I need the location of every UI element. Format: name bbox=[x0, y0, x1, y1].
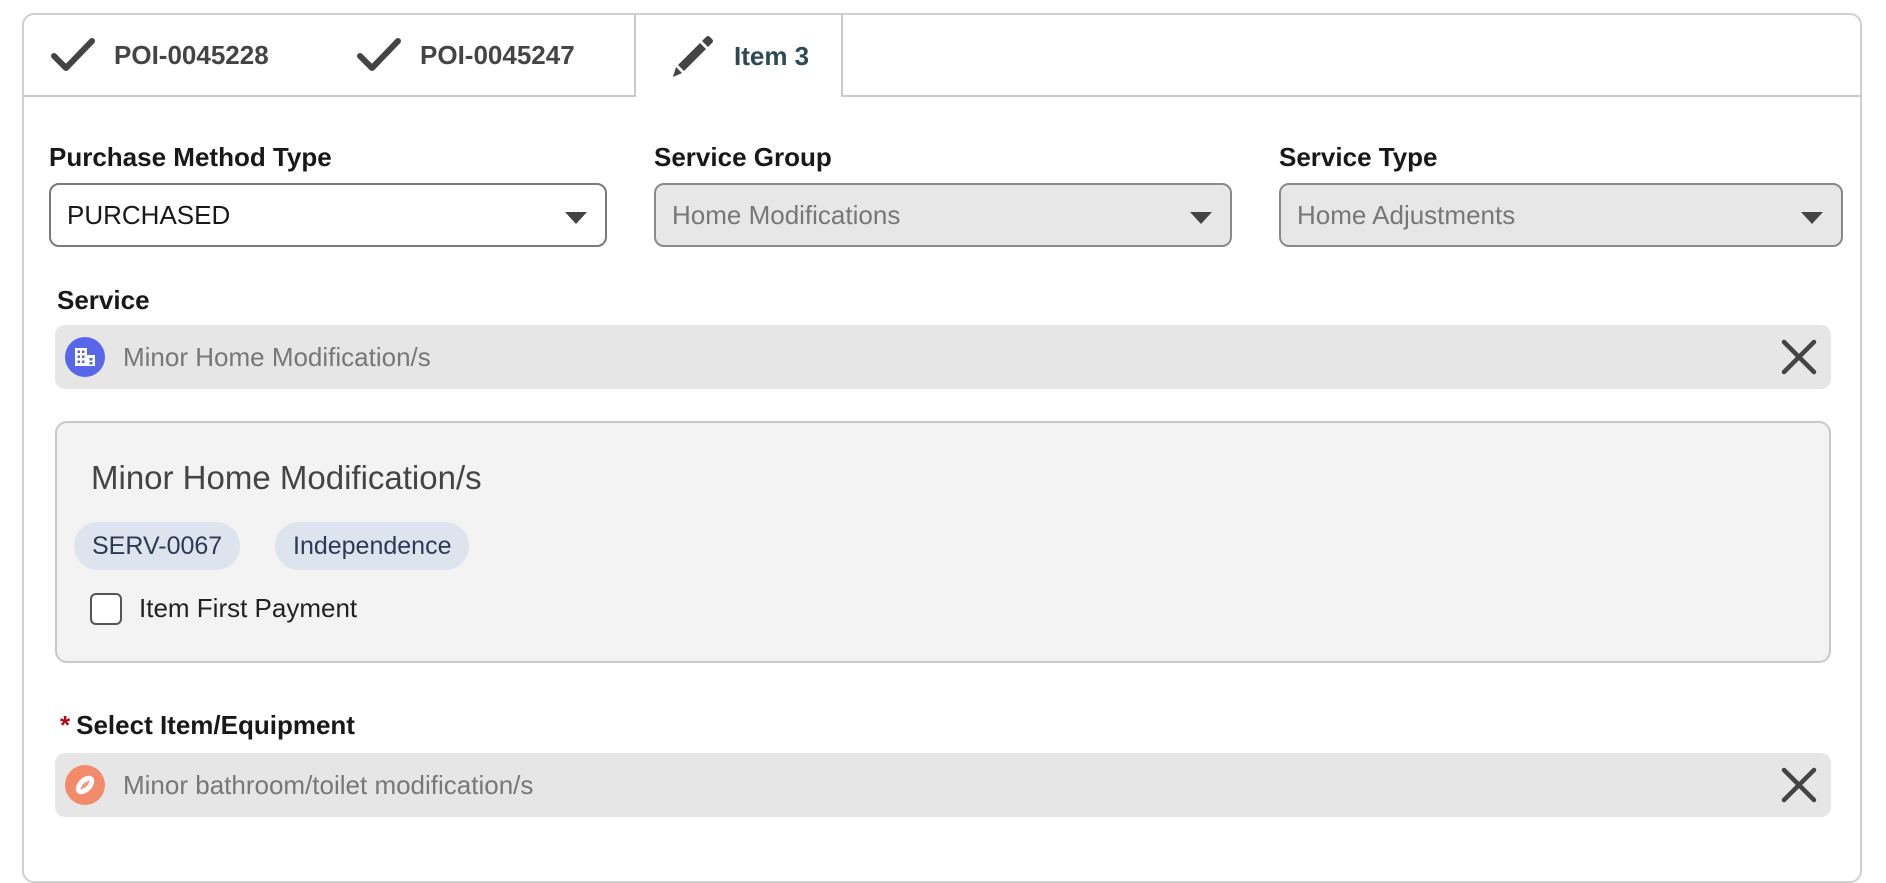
service-detail-panel: Minor Home Modification/s SERV-0067 Inde… bbox=[55, 421, 1831, 663]
pencil-icon bbox=[670, 33, 716, 79]
building-icon bbox=[65, 337, 105, 377]
tab-label: Item 3 bbox=[734, 40, 810, 71]
close-icon[interactable] bbox=[1781, 767, 1817, 803]
football-icon bbox=[65, 765, 105, 805]
service-code-badge: SERV-0067 bbox=[74, 522, 241, 570]
service-detail-title: Minor Home Modification/s bbox=[91, 459, 482, 496]
required-marker: * bbox=[60, 710, 71, 740]
chevron-down-icon bbox=[1801, 212, 1823, 224]
select-item-equipment-label-text: Select Item/Equipment bbox=[76, 710, 355, 740]
service-group-value: Home Modifications bbox=[672, 199, 901, 230]
service-type-value: Home Adjustments bbox=[1297, 199, 1516, 230]
close-icon[interactable] bbox=[1781, 339, 1817, 375]
service-category-badge: Independence bbox=[275, 522, 470, 570]
checkmark-icon bbox=[356, 32, 402, 78]
tab-label: POI-0045247 bbox=[420, 39, 575, 70]
tab-poi-0045228[interactable]: POI-0045228 bbox=[50, 15, 269, 95]
service-type-select: Home Adjustments bbox=[1279, 183, 1843, 247]
service-type-label: Service Type bbox=[1279, 142, 1438, 172]
service-value: Minor Home Modification/s bbox=[123, 341, 431, 372]
purchase-method-type-label: Purchase Method Type bbox=[49, 142, 332, 172]
service-group-select: Home Modifications bbox=[654, 183, 1232, 247]
tab-poi-0045247[interactable]: POI-0045247 bbox=[356, 15, 575, 95]
tab-label: POI-0045228 bbox=[114, 39, 269, 70]
checkmark-icon bbox=[50, 32, 96, 78]
item-equipment-value: Minor bathroom/toilet modification/s bbox=[123, 769, 534, 800]
chevron-down-icon bbox=[565, 212, 587, 224]
chevron-down-icon bbox=[1190, 212, 1212, 224]
item-equipment-lookup[interactable]: Minor bathroom/toilet modification/s bbox=[55, 753, 1831, 817]
service-group-label: Service Group bbox=[654, 142, 832, 172]
select-item-equipment-label: * Select Item/Equipment bbox=[60, 710, 355, 741]
purchase-method-type-value: PURCHASED bbox=[67, 199, 231, 230]
item-first-payment-label: Item First Payment bbox=[139, 593, 358, 623]
tab-item-3[interactable]: Item 3 bbox=[634, 15, 844, 97]
service-label: Service bbox=[57, 285, 150, 315]
service-lookup[interactable]: Minor Home Modification/s bbox=[55, 325, 1831, 389]
item-tabs: POI-0045228 POI-0045247 Item 3 bbox=[24, 15, 1860, 97]
purchase-method-type-select[interactable]: PURCHASED bbox=[49, 183, 607, 247]
item-first-payment-checkbox[interactable] bbox=[90, 593, 122, 625]
